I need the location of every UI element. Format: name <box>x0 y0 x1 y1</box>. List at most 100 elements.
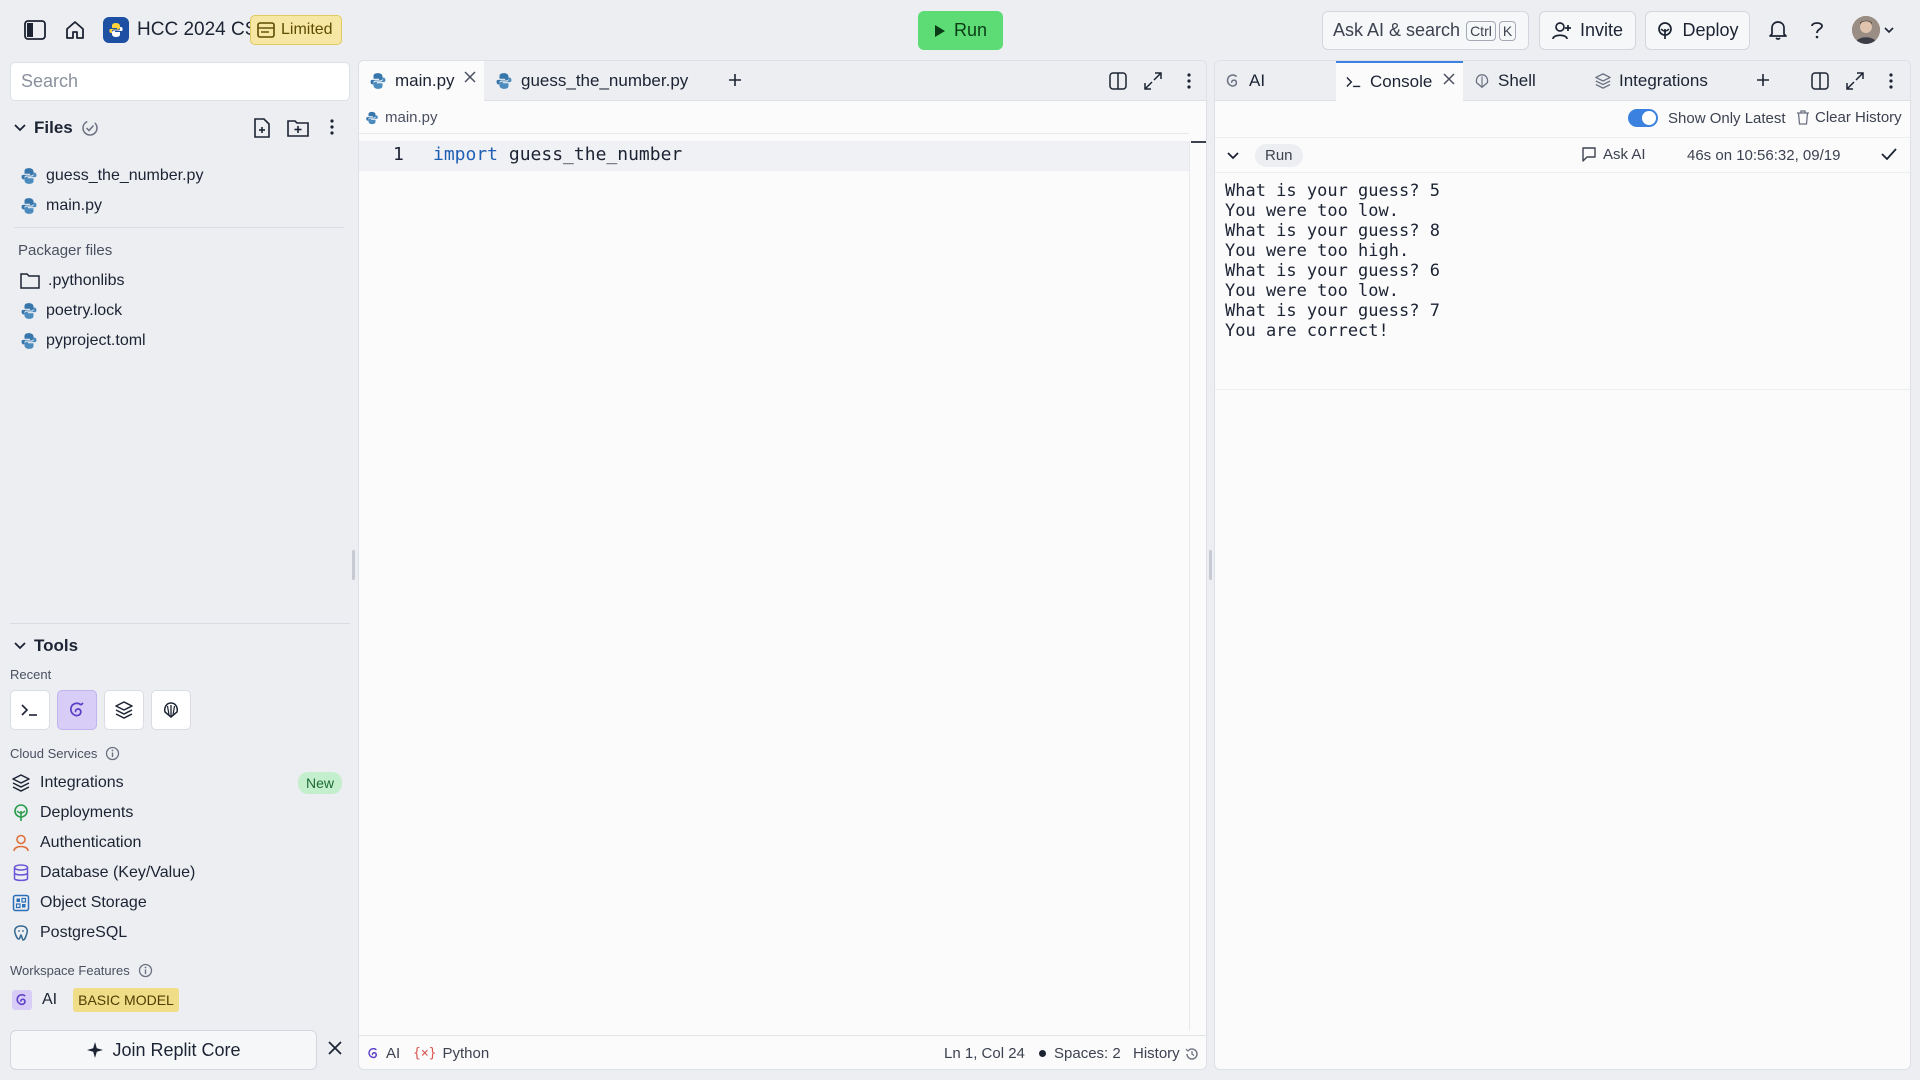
more-vertical-icon[interactable] <box>330 119 334 135</box>
shell-icon <box>1474 73 1490 89</box>
file-item-guess-the-number[interactable]: guess_the_number.py <box>20 162 203 190</box>
bell-icon[interactable] <box>1764 16 1792 44</box>
close-icon[interactable] <box>327 1040 343 1056</box>
recent-console-tool[interactable] <box>10 690 50 730</box>
workspace-features-header: Workspace Features <box>10 963 153 978</box>
ai-spiral-icon <box>68 701 86 719</box>
status-spaces[interactable]: Spaces: 2 <box>1039 1045 1121 1062</box>
divider <box>1215 389 1910 390</box>
avatar[interactable] <box>1852 16 1880 44</box>
file-name: main.py <box>46 197 103 214</box>
tab-label: guess_the_number.py <box>521 71 689 90</box>
deploy-button[interactable]: Deploy <box>1645 11 1750 50</box>
new-file-icon[interactable] <box>253 118 271 138</box>
add-tab-icon[interactable] <box>727 72 743 88</box>
tool-label: Object Storage <box>40 894 147 911</box>
recent-shell-tool[interactable] <box>151 690 191 730</box>
scrollbar-marker[interactable] <box>1191 141 1206 143</box>
tools-section-header[interactable]: Tools <box>14 636 78 656</box>
project-name[interactable]: HCC 2024 CS <box>137 19 257 41</box>
python-icon <box>495 72 513 90</box>
more-vertical-icon[interactable] <box>1187 73 1191 89</box>
close-icon[interactable] <box>1443 73 1455 85</box>
ask-ai-search[interactable]: Ask AI & search Ctrl K <box>1322 11 1529 50</box>
recent-integrations-tool[interactable] <box>104 690 144 730</box>
tab-shell[interactable]: Shell <box>1464 61 1584 101</box>
tool-object-storage[interactable]: Object Storage <box>12 889 342 917</box>
status-ai-label: AI <box>386 1045 401 1062</box>
tab-label: Integrations <box>1619 71 1708 90</box>
tool-authentication[interactable]: Authentication <box>12 829 342 857</box>
info-icon[interactable] <box>138 963 153 978</box>
chevron-down-icon[interactable] <box>1227 152 1239 160</box>
show-only-latest-toggle[interactable]: Show Only Latest <box>1628 109 1786 127</box>
files-section-header[interactable]: Files <box>14 118 99 138</box>
editor-resize-handle[interactable] <box>1209 550 1212 580</box>
run-chip: Run <box>1255 144 1303 167</box>
new-folder-icon[interactable] <box>287 119 309 137</box>
invite-button[interactable]: Invite <box>1539 11 1636 50</box>
layers-icon <box>12 774 30 792</box>
join-label: Join Replit Core <box>112 1039 241 1060</box>
breadcrumb[interactable]: main.py <box>365 109 438 126</box>
status-ai[interactable]: AI <box>367 1045 400 1062</box>
tool-integrations[interactable]: Integrations New <box>12 769 342 797</box>
status-language[interactable]: {×} Python <box>413 1045 489 1062</box>
status-history[interactable]: History <box>1133 1045 1199 1062</box>
status-position[interactable]: Ln 1, Col 24 <box>944 1045 1025 1062</box>
add-tab-icon[interactable] <box>1755 72 1771 88</box>
file-item-pyproject[interactable]: pyproject.toml <box>20 327 146 355</box>
editor-tab-bar: main.py guess_the_number.py <box>359 61 1206 101</box>
show-only-latest-label: Show Only Latest <box>1668 109 1786 127</box>
deploy-icon <box>12 804 30 822</box>
code-keyword: import <box>433 144 499 165</box>
tab-console[interactable]: Console <box>1336 61 1463 101</box>
tab-integrations[interactable]: Integrations <box>1585 61 1735 101</box>
console-line: What is your guess? 6 <box>1225 261 1440 281</box>
close-icon[interactable] <box>464 71 476 83</box>
expand-icon[interactable] <box>1846 72 1864 90</box>
console-line: You were too low. <box>1225 281 1399 301</box>
search-input[interactable] <box>10 62 350 101</box>
sidebar-toggle-icon[interactable] <box>21 16 49 44</box>
tool-ai[interactable]: AI BASIC MODEL <box>12 986 342 1014</box>
split-pane-icon[interactable] <box>1109 72 1127 90</box>
chevron-down-icon <box>14 124 26 132</box>
new-badge: New <box>297 772 342 794</box>
tab-main-py[interactable]: main.py <box>359 61 484 101</box>
divider <box>359 133 1189 134</box>
expand-icon[interactable] <box>1144 72 1162 90</box>
chevron-down-icon[interactable] <box>1884 26 1894 34</box>
tool-postgresql[interactable]: PostgreSQL <box>12 919 342 947</box>
more-vertical-icon[interactable] <box>1889 73 1893 89</box>
scrollbar-track[interactable] <box>1189 141 1190 1031</box>
file-item-pythonlibs[interactable]: .pythonlibs <box>20 267 125 295</box>
storage-grid-icon <box>12 894 30 912</box>
line-number: 1 <box>393 144 404 165</box>
tool-database[interactable]: Database (Key/Value) <box>12 859 342 887</box>
code-line-1[interactable]: import guess_the_number <box>433 144 682 165</box>
python-icon <box>20 302 38 320</box>
recent-ai-tool[interactable] <box>57 690 97 730</box>
tab-ai[interactable]: AI <box>1215 61 1335 101</box>
clear-history-button[interactable]: Clear History <box>1796 109 1902 126</box>
help-icon[interactable] <box>1803 16 1831 44</box>
file-item-main[interactable]: main.py <box>20 192 102 220</box>
toggle-switch[interactable] <box>1628 109 1658 127</box>
split-pane-icon[interactable] <box>1811 72 1829 90</box>
file-item-poetry-lock[interactable]: poetry.lock <box>20 297 122 325</box>
ask-ai-button[interactable]: Ask AI <box>1581 146 1646 163</box>
run-button[interactable]: Run <box>918 11 1003 50</box>
sidebar-resize-handle[interactable] <box>352 550 355 580</box>
home-icon[interactable] <box>61 16 89 44</box>
tab-guess-the-number[interactable]: guess_the_number.py <box>485 61 715 101</box>
limited-badge[interactable]: Limited <box>250 15 342 45</box>
project-logo-python-icon[interactable] <box>103 17 129 43</box>
join-replit-core-button[interactable]: Join Replit Core <box>10 1030 317 1070</box>
console-line: You were too high. <box>1225 241 1410 261</box>
tab-label: main.py <box>395 71 455 90</box>
deploy-label: Deploy <box>1682 20 1739 40</box>
console-output[interactable]: What is your guess? 5 You were too low. Wh… <box>1225 181 1440 341</box>
info-icon[interactable] <box>105 746 120 761</box>
tool-deployments[interactable]: Deployments <box>12 799 342 827</box>
